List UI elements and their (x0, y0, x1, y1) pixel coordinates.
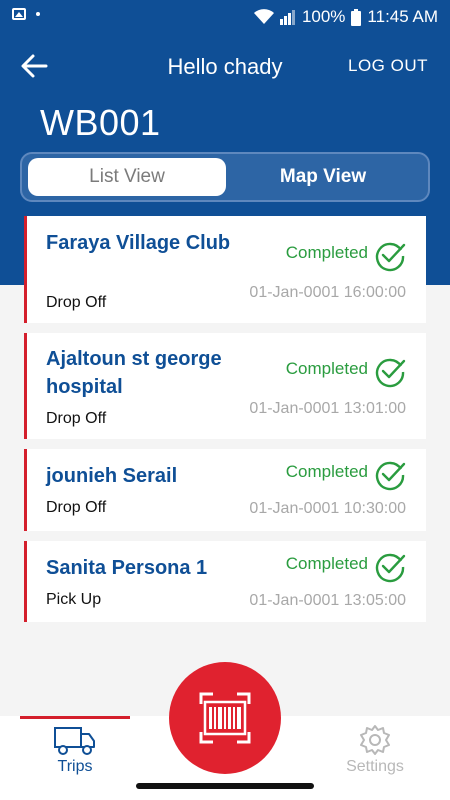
tab-trips[interactable]: Trips (20, 724, 130, 776)
trip-type: Pick Up (46, 591, 102, 608)
trip-status: Completed (285, 554, 368, 573)
trip-date: 01-Jan-0001 13:01:00 (249, 400, 406, 417)
top-bar: Hello chady LOG OUT (0, 45, 450, 89)
vehicle-id: WB001 (40, 102, 161, 143)
trip-type: Drop Off (46, 410, 107, 427)
trip-card[interactable]: Ajaltoun st george hospital Drop Off Com… (24, 333, 426, 439)
battery-percent: 100% (301, 7, 346, 26)
active-tab-indicator (20, 716, 130, 719)
battery-icon (351, 8, 362, 26)
gear-icon (360, 725, 390, 755)
logout-button[interactable]: LOG OUT (348, 56, 428, 76)
barcode-scan-icon (199, 692, 251, 744)
image-icon (12, 8, 26, 20)
trip-status: Completed (285, 462, 368, 481)
check-circle-icon (375, 553, 406, 583)
scan-button[interactable] (169, 662, 281, 774)
view-toggle: List View Map View (20, 152, 430, 202)
tab-trips-label: Trips (57, 758, 93, 775)
map-view-tab[interactable]: Map View (224, 158, 422, 196)
wifi-icon (253, 9, 274, 25)
check-circle-icon (375, 358, 406, 388)
trip-date: 01-Jan-0001 13:05:00 (249, 592, 406, 609)
trip-status: Completed (285, 243, 368, 262)
check-circle-icon (375, 242, 406, 272)
tab-settings[interactable]: Settings (320, 724, 430, 776)
trip-card[interactable]: Faraya Village Club Drop Off Completed 0… (24, 216, 426, 323)
truck-icon (54, 727, 95, 755)
trip-name: jounieh Serail (46, 465, 178, 487)
trip-type: Drop Off (46, 294, 107, 311)
signal-icon (279, 9, 296, 25)
dot-icon (36, 12, 40, 16)
tab-settings-label: Settings (346, 758, 404, 775)
list-view-tab[interactable]: List View (28, 158, 226, 196)
trip-card[interactable]: jounieh Serail Drop Off Completed 01-Jan… (24, 449, 426, 531)
trip-date: 01-Jan-0001 16:00:00 (249, 284, 406, 301)
trip-name: Faraya Village Club (46, 232, 231, 254)
trip-name: Ajaltoun st george hospital (46, 348, 222, 398)
clock: 11:45 AM (367, 7, 438, 26)
status-bar: 100% 11:45 AM (0, 0, 450, 34)
trip-date: 01-Jan-0001 10:30:00 (249, 500, 406, 517)
trip-status: Completed (285, 359, 368, 378)
trip-type: Drop Off (46, 499, 107, 516)
trip-card[interactable]: Sanita Persona 1 Pick Up Completed 01-Ja… (24, 541, 426, 622)
check-circle-icon (375, 461, 406, 491)
home-indicator (136, 783, 314, 789)
trip-name: Sanita Persona 1 (46, 557, 208, 579)
